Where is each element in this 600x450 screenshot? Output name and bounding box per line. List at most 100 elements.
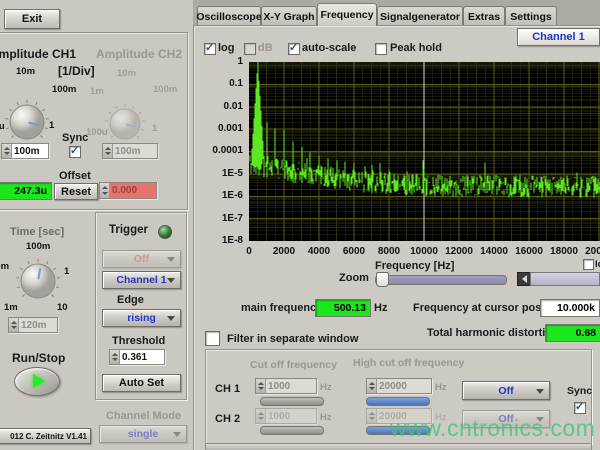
time-value-spinner[interactable]: 120m [8,317,58,333]
chevron-down-icon [536,389,544,394]
ch1-filter-mode-dropdown[interactable]: Off [462,381,550,400]
ch1-high-cutoff-spinner[interactable]: 20000 [366,378,432,394]
ch2-high-cutoff-spinner[interactable]: 20000 [366,408,432,424]
spinner-arrows-icon[interactable] [100,183,110,198]
spinner-arrows-icon[interactable] [367,409,377,423]
hz-unit: Hz [320,412,332,423]
tab-frequency[interactable]: Frequency [317,3,377,26]
ch2-cutoff-slider[interactable] [260,426,324,435]
y-tick: 0.01 [203,101,243,112]
hz-unit: Hz [320,382,332,393]
chevron-down-icon [167,278,175,283]
ch2-high-cutoff-slider[interactable] [366,426,430,435]
spinner-arrows-icon[interactable] [103,144,113,158]
spinner-arrows-icon[interactable] [2,144,12,158]
time-knob[interactable] [14,257,62,305]
log-checkbox[interactable]: ✓ [204,43,216,55]
cutoff-header: Cut off frequency [250,359,337,371]
filter-sync-label: Sync [567,385,592,397]
time-title: Time [sec] [10,226,64,238]
x-axis-label: Frequency [Hz] [375,260,454,272]
spinner-arrows-icon[interactable] [256,379,266,393]
scrollbar-track[interactable] [530,272,600,286]
y-tick: 0.0001 [203,145,243,156]
amplitude-ch2-value-spinner[interactable]: 100m [102,143,158,159]
cursor-position-value: 10.000k [540,299,600,317]
spinner-arrows-icon[interactable] [256,409,266,423]
run-stop-button[interactable] [14,367,60,396]
spinner-arrows-icon[interactable] [110,350,120,364]
chevron-down-icon [167,316,175,321]
trigger-channel-dropdown[interactable]: Channel 1 [102,271,181,289]
ch1-row-label: CH 1 [215,383,240,395]
zoom-slider-thumb[interactable] [376,272,389,287]
chevron-down-icon [536,417,544,422]
tab-signalgenerator[interactable]: Signalgenerator [377,6,463,26]
trigger-edge-dropdown[interactable]: rising [102,309,181,327]
ch1-high-cutoff-slider[interactable] [366,397,430,406]
offset-reset-button[interactable]: Reset [54,183,98,200]
channel-mode-dropdown[interactable]: single [99,425,187,443]
tab-xy-graph[interactable]: X-Y Graph [261,6,317,26]
db-checkbox[interactable] [244,43,256,55]
high-cutoff-header: High cut off frequency [353,357,464,369]
peak-hold-label: Peak hold [390,42,442,54]
main-frequency-label: main frequency [241,302,322,314]
tab-strip: Oscilloscope X-Y Graph Frequency Signalg… [193,0,600,25]
filter-sync-checkbox[interactable]: ✓ [574,402,586,414]
amplitude-sync-checkbox[interactable]: ✓ [69,146,81,158]
channel-select-button[interactable]: Channel 1 [517,28,600,46]
ch2-filter-mode-dropdown[interactable]: Off [462,410,550,428]
ch1-cutoff-spinner[interactable]: 1000 [255,378,317,394]
exit-button[interactable]: Exit [4,9,60,29]
x-log-checkbox[interactable] [583,259,594,270]
trigger-title: Trigger [109,224,148,236]
zoom-slider-track[interactable] [375,275,507,285]
thd-value: 0.68 [545,324,600,342]
frequency-tab-panel: ✓ log dB ✓ auto-scale Peak hold Channel … [193,25,600,450]
amplitude-ch1-knob[interactable] [3,98,51,146]
filter-window-label: Filter in separate window [227,333,358,345]
y-tick: 1E-6 [203,190,243,201]
amplitude-ch1-value-spinner[interactable]: 100m [1,143,49,159]
edge-label: Edge [117,294,144,306]
auto-set-button[interactable]: Auto Set [102,374,181,392]
x-log-label: log [595,259,600,270]
x-tick: 20000 [577,246,600,257]
amplitude-ch2-knob[interactable] [103,102,147,146]
ch2-cutoff-spinner[interactable]: 1000 [255,408,317,424]
offset-ch1-value: 247.3u [0,182,52,200]
bottom-scrollbar[interactable] [205,443,592,450]
y-tick: 1 [203,56,243,67]
threshold-spinner[interactable]: 0.361 [109,349,165,365]
trigger-mode-dropdown[interactable]: Off [102,250,181,268]
autoscale-label: auto-scale [302,42,356,54]
per-div-label: [1/Div] [58,64,95,78]
spinner-arrows-icon[interactable] [367,379,377,393]
ch1-cutoff-slider[interactable] [260,397,324,406]
autoscale-checkbox[interactable]: ✓ [288,43,300,55]
spinner-arrows-icon[interactable] [9,318,19,332]
y-tick: 1E-5 [203,168,243,179]
filter-window-checkbox[interactable] [205,331,220,346]
app-window: Exit Oscilloscope X-Y Graph Frequency Si… [0,0,600,450]
run-indicator-icon [33,374,45,388]
tab-settings[interactable]: Settings [505,6,557,26]
check-icon: ✓ [205,41,214,54]
offset-ch2-spinner[interactable]: 0.000 [99,182,157,199]
db-label: dB [258,42,273,54]
y-tick: 0.1 [203,78,243,89]
y-tick: 1E-8 [203,235,243,246]
check-icon: ✓ [289,41,298,54]
tab-extras[interactable]: Extras [463,6,505,26]
ch2-row-label: CH 2 [215,413,240,425]
log-label: log [218,42,235,54]
thd-label: Total harmonic distortion [427,327,559,339]
zoom-label: Zoom [339,272,369,284]
spectrum-plot[interactable] [249,62,600,241]
amplitude-ch1-title: Amplitude CH1 [0,47,76,61]
tab-oscilloscope[interactable]: Oscilloscope [197,6,261,26]
trigger-panel [95,212,187,400]
chevron-down-icon [167,257,175,262]
peak-hold-checkbox[interactable] [375,43,387,55]
